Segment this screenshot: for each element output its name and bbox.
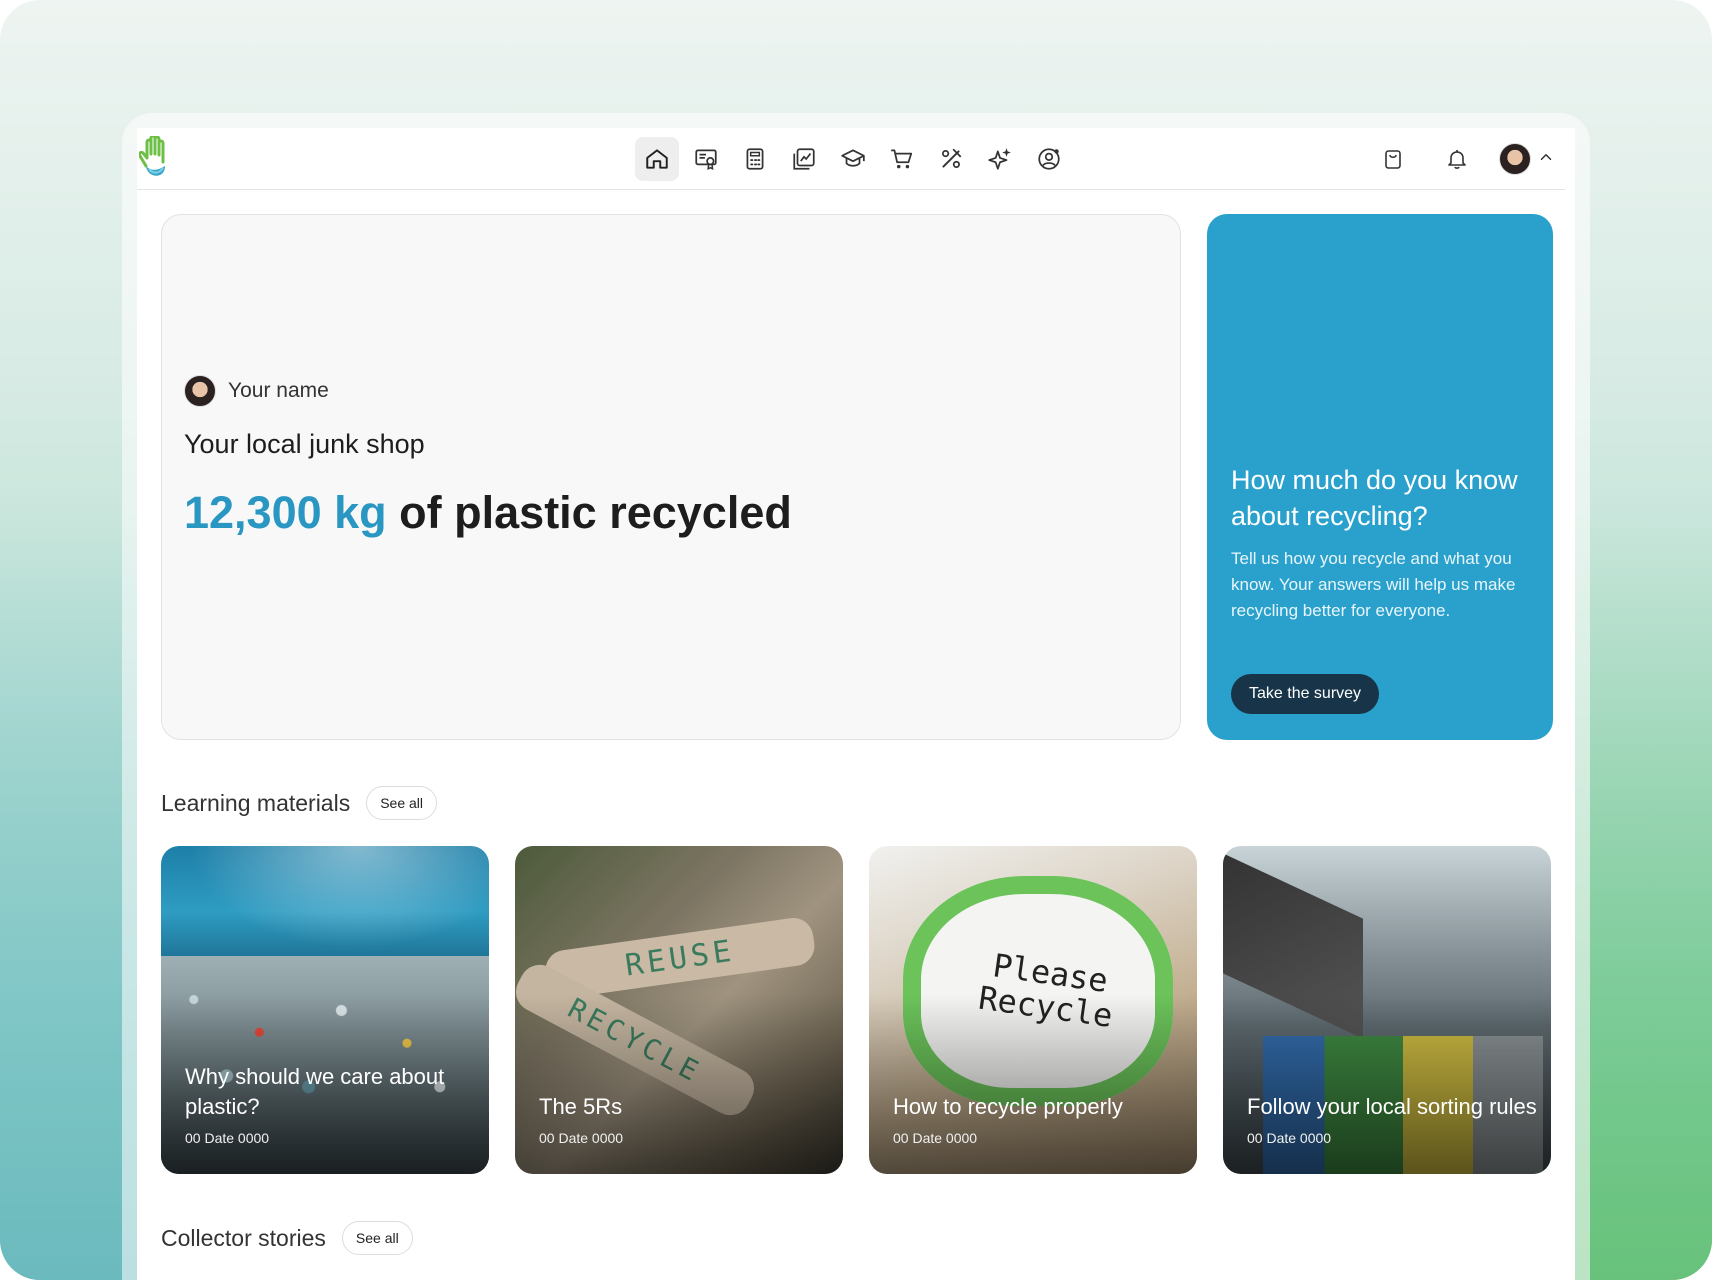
chevron-up-icon	[1537, 148, 1555, 171]
graduation-cap-icon	[841, 149, 865, 167]
nav-ai[interactable]	[978, 137, 1022, 181]
learning-header: Learning materials See all	[161, 786, 438, 820]
ocean-image	[161, 846, 489, 966]
survey-card: How much do you know about recycling? Te…	[1207, 214, 1553, 740]
nav-home[interactable]	[635, 137, 679, 181]
app-screen: Your name Your local junk shop 12,300 kg…	[137, 128, 1575, 1280]
see-all-learning-button[interactable]: See all	[366, 786, 438, 820]
learning-card[interactable]: Follow your local sorting rules 00 Date …	[1223, 846, 1551, 1174]
profile-menu[interactable]	[1499, 143, 1555, 175]
hero-subtitle: Your local junk shop	[184, 429, 425, 459]
top-bar	[137, 128, 1565, 190]
bag-icon	[1385, 150, 1401, 169]
card-date: 00 Date 0000	[185, 1130, 270, 1146]
certificate-icon	[695, 149, 717, 171]
card-title: The 5Rs	[539, 1094, 623, 1119]
notifications-button[interactable]	[1435, 137, 1479, 181]
avatar	[184, 375, 216, 407]
stories-header: Collector stories See all	[161, 1221, 413, 1255]
card-date: 00 Date 0000	[1247, 1130, 1332, 1146]
hero-user: Your name	[184, 375, 329, 407]
cart-icon	[891, 149, 913, 169]
card-title: How to recycle properly	[893, 1094, 1123, 1119]
take-survey-button[interactable]: Take the survey	[1231, 674, 1380, 714]
nav-calculator[interactable]	[733, 137, 777, 181]
stat-value: 12,300 kg	[184, 487, 387, 538]
nav-promotions[interactable]	[929, 137, 973, 181]
nav-account[interactable]	[1027, 137, 1071, 181]
learning-card[interactable]: Why should we care about plastic? 00 Dat…	[161, 846, 489, 1174]
chart-image-icon	[793, 148, 815, 170]
header-tools	[1371, 137, 1555, 181]
hand-logo-icon[interactable]	[137, 134, 173, 182]
card-date: 00 Date 0000	[539, 1130, 624, 1146]
avatar	[1499, 143, 1531, 175]
nav-certificate[interactable]	[684, 137, 728, 181]
learning-card[interactable]: Please Recycle How to recycle properly 0…	[869, 846, 1197, 1174]
home-icon	[646, 149, 668, 169]
survey-title: How much do you know about recycling?	[1231, 465, 1518, 531]
calculator-icon	[746, 148, 764, 170]
stat-text: of plastic recycled	[399, 487, 792, 538]
learning-cards: Why should we care about plastic? 00 Dat…	[161, 846, 1551, 1174]
hero-card: Your name Your local junk shop 12,300 kg…	[161, 214, 1181, 740]
hero-stat: 12,300 kg of plastic recycled	[184, 487, 792, 539]
nav-learning[interactable]	[831, 137, 875, 181]
nav-shop[interactable]	[880, 137, 924, 181]
bell-icon	[1448, 150, 1466, 169]
nav-analytics[interactable]	[782, 137, 826, 181]
main-nav	[635, 137, 1071, 181]
sparkle-icon	[988, 148, 1011, 170]
user-circle-icon	[1038, 148, 1060, 170]
section-title: Learning materials	[161, 789, 351, 816]
see-all-stories-button[interactable]: See all	[341, 1221, 413, 1255]
learning-card[interactable]: REUSE RECYCLE The 5Rs 00 Date 0000	[515, 846, 843, 1174]
percent-tag-icon	[942, 148, 962, 168]
card-title: Follow your local sorting rules	[1247, 1094, 1537, 1119]
card-title: Why should we care about plastic?	[185, 1064, 445, 1119]
section-title: Collector stories	[161, 1224, 326, 1251]
user-name: Your name	[228, 379, 329, 402]
survey-body: Tell us how you recycle and what you kno…	[1231, 549, 1516, 620]
bag-button[interactable]	[1371, 137, 1415, 181]
card-date: 00 Date 0000	[893, 1130, 978, 1146]
